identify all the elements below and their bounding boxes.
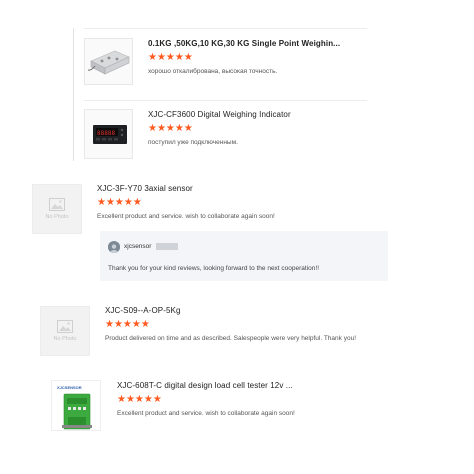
product-thumbnail-placeholder[interactable]: No Photo: [40, 306, 90, 356]
review-comment: Excellent product and service. wish to c…: [97, 213, 275, 220]
product-thumbnail-load-cell[interactable]: [84, 38, 133, 85]
no-photo-label: No Photo: [45, 214, 69, 220]
review-product-title[interactable]: XJC-S09--A-OP-5Kg: [105, 306, 181, 315]
review-separator: [84, 28, 367, 29]
rating-stars: ★★★★★: [105, 319, 150, 330]
rating-stars: ★★★★★: [148, 52, 193, 63]
review-product-title[interactable]: XJC-3F-Y70 3axial sensor: [97, 184, 193, 193]
review-product-title[interactable]: XJC-CF3600 Digital Weighing Indicator: [148, 110, 291, 119]
no-photo-label: No Photo: [53, 336, 77, 342]
avatar: [108, 241, 120, 253]
weighing-indicator-photo: 88888: [85, 110, 132, 158]
review-product-title[interactable]: XJC-608T-C digital design load cell test…: [117, 381, 293, 390]
review-comment: поступил уже подключенным.: [148, 139, 238, 146]
review-group-divider: [73, 28, 74, 161]
review-comment: Excellent product and service. wish to c…: [117, 410, 295, 417]
review-product-title[interactable]: 0.1KG ,50KG,10 KG,30 KG Single Point Wei…: [148, 39, 340, 48]
seller-reply-box: [100, 231, 388, 281]
load-cell-tester-photo: XJCSENSOR: [52, 381, 100, 430]
rating-stars: ★★★★★: [117, 394, 162, 405]
product-thumbnail-load-cell-tester[interactable]: XJCSENSOR: [51, 380, 101, 431]
product-thumbnail-placeholder[interactable]: No Photo: [32, 184, 82, 234]
image-placeholder-icon: [57, 320, 73, 333]
review-comment: Product delivered on time and as describ…: [105, 335, 356, 342]
rating-stars: ★★★★★: [97, 197, 142, 208]
image-placeholder-icon: [49, 198, 65, 211]
product-thumbnail-weighing-indicator[interactable]: 88888: [84, 109, 133, 159]
redacted-name-suffix: [156, 243, 178, 250]
rating-stars: ★★★★★: [148, 123, 193, 134]
review-comment: хорошо откалибрована, высокая точность.: [148, 68, 278, 75]
brand-label: XJCSENSOR: [57, 385, 82, 390]
load-cell-photo: [85, 39, 132, 84]
svg-text:88888: 88888: [97, 130, 115, 137]
reply-text: Thank you for your kind reviews, looking…: [108, 265, 319, 272]
review-separator: [84, 100, 367, 101]
reply-author: xjcsensor: [124, 243, 152, 250]
